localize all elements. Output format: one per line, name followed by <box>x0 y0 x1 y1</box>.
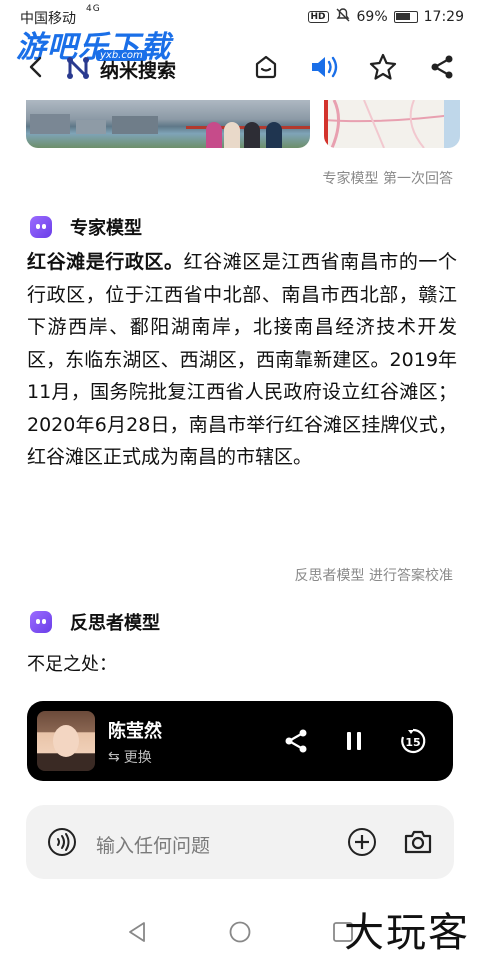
reflector-header: 反思者模型 <box>30 609 160 635</box>
reflector-title: 反思者模型 <box>70 613 160 634</box>
speaker-icon[interactable] <box>309 52 339 82</box>
share-icon[interactable] <box>280 725 312 757</box>
bot-icon <box>30 611 52 633</box>
expert-meta: 专家模型 第一次回答 <box>322 171 453 187</box>
swap-icon: ⇆ <box>108 749 120 765</box>
star-icon[interactable] <box>368 52 398 82</box>
network-label: 4G <box>86 4 101 14</box>
battery-percent: 69% <box>356 9 388 25</box>
camera-icon[interactable] <box>402 826 434 858</box>
app-name: 纳米搜索 <box>100 60 177 82</box>
app-header: 纳米搜索 <box>0 40 480 96</box>
pause-icon[interactable] <box>338 725 370 757</box>
image-strip <box>26 100 460 152</box>
swap-voice-button[interactable]: ⇆ 更换 <box>108 747 152 767</box>
nav-home-icon[interactable] <box>225 917 255 947</box>
voice-name: 陈莹然 <box>108 721 162 742</box>
avatar[interactable] <box>37 711 95 771</box>
home-icon[interactable] <box>251 52 281 82</box>
shortcomings-label: 不足之处： <box>27 654 117 675</box>
city-photo[interactable] <box>26 100 310 148</box>
replay-15-icon[interactable]: 15 <box>397 725 429 757</box>
battery-icon <box>393 11 418 23</box>
expert-answer: 红谷滩是行政区。红谷滩区是江西省南昌市的一个行政区，位于江西省中北部、南昌市西北… <box>27 246 457 474</box>
nav-back-icon[interactable] <box>122 917 152 947</box>
voice-icon[interactable] <box>46 826 78 858</box>
mute-icon <box>335 7 351 27</box>
map-thumbnail[interactable] <box>324 100 460 148</box>
plus-icon[interactable] <box>346 826 378 858</box>
nano-logo-icon <box>64 54 92 82</box>
input-bar: 输入任何问题 <box>26 805 454 879</box>
swap-label: 更换 <box>123 750 152 766</box>
audio-player: 陈莹然 ⇆ 更换 15 <box>27 701 453 781</box>
hd-badge: HD <box>307 11 329 23</box>
replay-seconds: 15 <box>405 736 420 749</box>
back-icon[interactable] <box>22 52 52 82</box>
expert-title: 专家模型 <box>70 218 142 239</box>
share-icon[interactable] <box>427 52 457 82</box>
reflector-meta: 反思者模型 进行答案校准 <box>294 568 453 584</box>
question-input[interactable]: 输入任何问题 <box>96 831 210 858</box>
clock: 17:29 <box>423 9 464 25</box>
answer-body: 红谷滩区是江西省南昌市的一个行政区，位于江西省中北部、南昌市西北部，赣江下游西岸… <box>27 251 457 468</box>
bot-icon <box>30 216 52 238</box>
answer-lead: 红谷滩是行政区。 <box>27 251 184 273</box>
status-right: HD 69% 17:29 <box>307 7 464 27</box>
expert-header: 专家模型 <box>30 214 142 240</box>
watermark-brand: 大玩客 <box>344 910 470 956</box>
